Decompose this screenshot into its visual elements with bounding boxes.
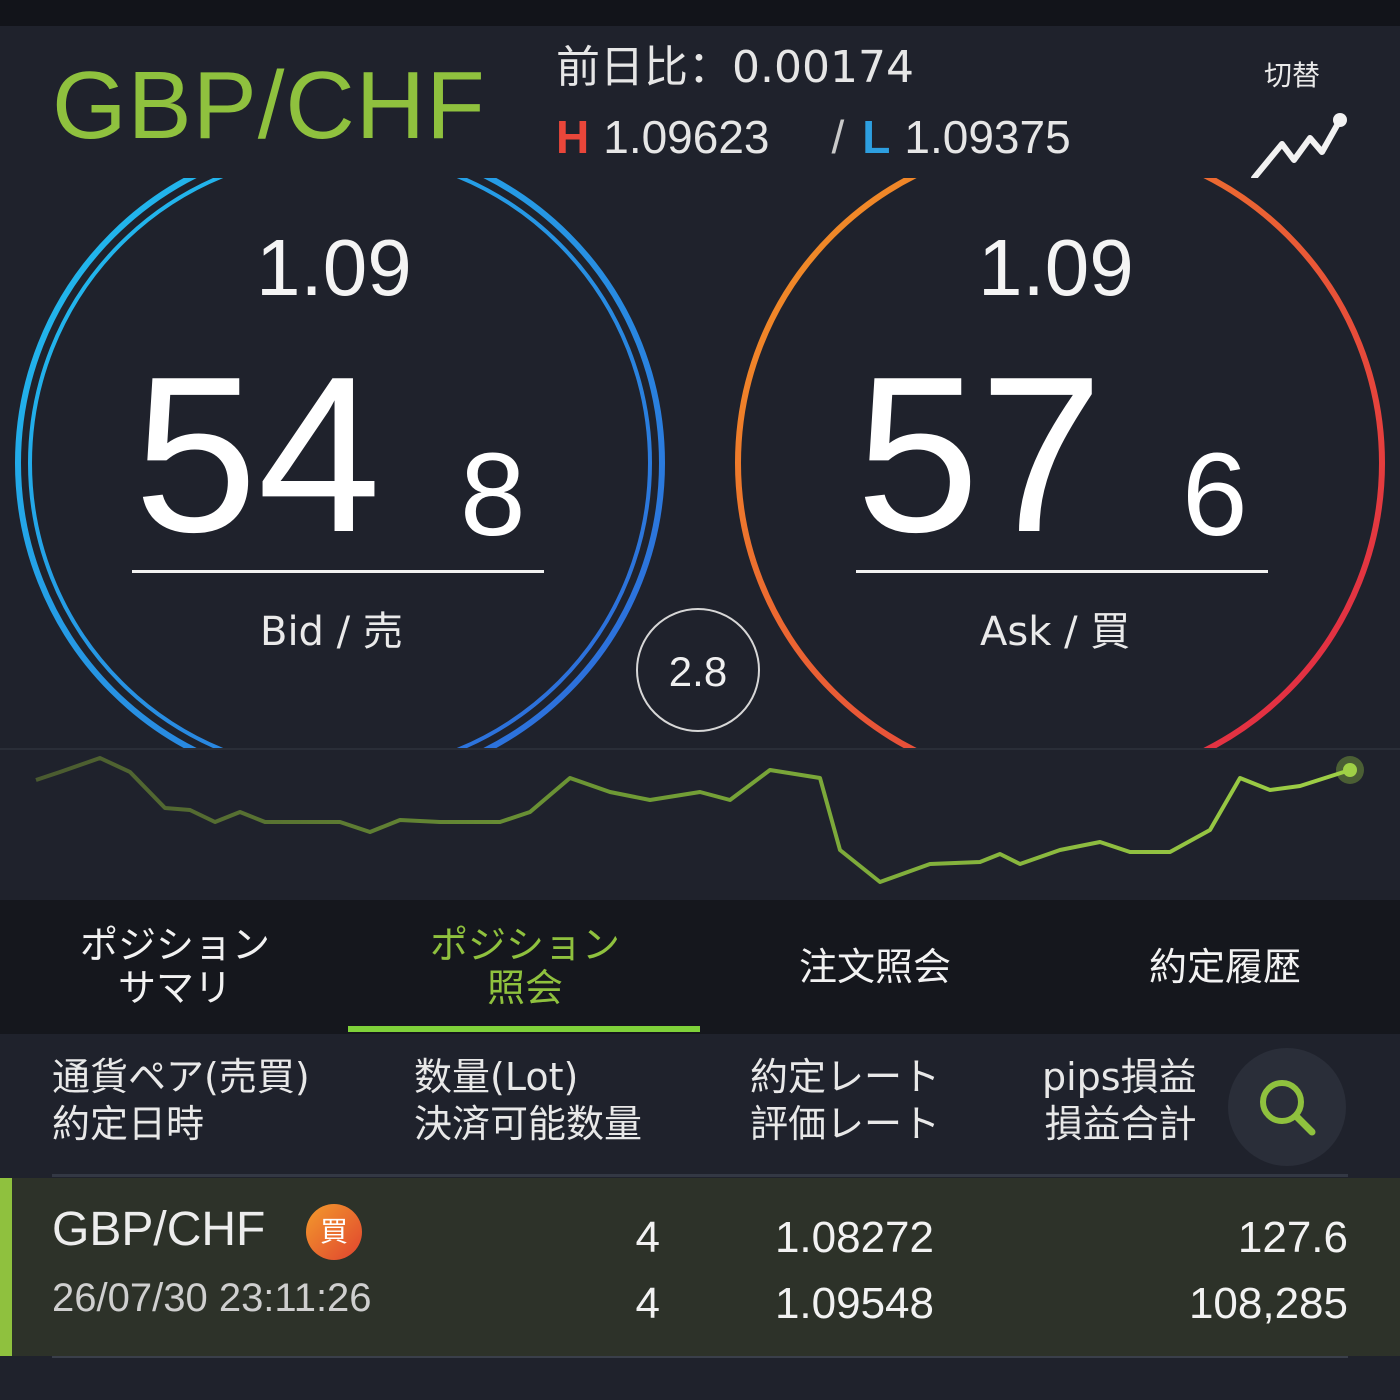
chart-line-icon <box>1251 113 1347 181</box>
daily-change-label: 前日比： <box>556 42 732 93</box>
low-label: L <box>862 111 891 163</box>
table-row[interactable]: GBP/CHF 買 26/07/30 23:11:26 4 4 1.08272 … <box>0 1178 1400 1356</box>
status-strip <box>0 0 1400 26</box>
row-exec-rate: 1.08272 <box>774 1213 934 1262</box>
tab-label: 約定履歴 <box>1148 944 1301 989</box>
table-header: 通貨ペア(売買) 約定日時 数量(Lot) 決済可能数量 約定レート 評価レート… <box>0 1034 1400 1174</box>
column-header-line1: 通貨ペア(売買) <box>52 1055 310 1099</box>
high-label: H <box>556 111 590 163</box>
tab-label-line2: サマリ <box>117 966 232 1010</box>
row-quantity: 4 <box>635 1213 660 1262</box>
row-eval-rate: 1.09548 <box>774 1279 934 1328</box>
row-accent-bar <box>0 1178 12 1356</box>
sparkline-path <box>35 756 1351 884</box>
sparkline-current-dot <box>1343 763 1357 777</box>
bid-price-small: 8 <box>460 429 526 561</box>
bid-price-prefix: 1.09 <box>256 223 412 312</box>
high-low-separator: / <box>831 111 845 163</box>
column-header-line2: 約定日時 <box>52 1101 205 1146</box>
tab-bar: ポジション サマリ ポジション 照会 注文照会 約定履歴 <box>0 900 1400 1034</box>
search-icon <box>1260 1080 1316 1136</box>
bid-label: Bid / 売 <box>260 609 403 655</box>
row-pips-pnl: 127.6 <box>1237 1213 1348 1262</box>
tab-position-inquiry[interactable]: ポジション 照会 <box>350 900 700 1034</box>
header-divider <box>52 1174 1348 1177</box>
switch-button[interactable]: 切替 <box>1244 54 1356 184</box>
tab-order-inquiry[interactable]: 注文照会 <box>700 900 1050 1034</box>
active-tab-indicator <box>348 1026 700 1032</box>
column-header-line2: 損益合計 <box>1044 1101 1197 1146</box>
quote-panel: 1.09 54 8 Bid / 売 2.8 1.09 57 6 Ask / 買 <box>0 178 1400 748</box>
ask-divider <box>856 570 1268 573</box>
high-low: H 1.09623 / L 1.09375 <box>556 114 1071 160</box>
row-datetime: 26/07/30 23:11:26 <box>52 1276 372 1320</box>
bid-divider <box>132 570 544 573</box>
bid-price-big: 54 <box>134 331 381 579</box>
low-value: 1.09375 <box>904 111 1071 163</box>
row-total-pnl: 108,285 <box>1188 1279 1348 1328</box>
tab-label-line1: ポジション <box>79 923 270 968</box>
column-header-line1: 約定レート <box>750 1055 941 1099</box>
ask-price-small: 6 <box>1182 429 1248 561</box>
ask-price-prefix: 1.09 <box>978 223 1134 312</box>
search-button[interactable] <box>1228 1048 1346 1166</box>
daily-change-value: 0.00174 <box>732 42 914 93</box>
column-header-quantity: 数量(Lot) 決済可能数量 <box>414 1054 642 1147</box>
ask-label: Ask / 買 <box>980 609 1131 655</box>
rate-header: GBP/CHF 前日比：0.00174 H 1.09623 / L 1.09375 切替 <box>0 26 1400 181</box>
row-currency-pair: GBP/CHF <box>52 1203 266 1256</box>
column-header-line1: 数量(Lot) <box>414 1055 579 1099</box>
tab-position-summary[interactable]: ポジション サマリ <box>0 900 350 1034</box>
buy-badge: 買 <box>306 1204 362 1260</box>
column-header-pnl: pips損益 損益合計 <box>1042 1054 1197 1147</box>
column-header-line2: 決済可能数量 <box>414 1101 643 1146</box>
column-header-line1: pips損益 <box>1042 1055 1197 1099</box>
switch-label: 切替 <box>1264 59 1321 92</box>
column-header-pair: 通貨ペア(売買) 約定日時 <box>52 1054 310 1147</box>
price-sparkline <box>0 748 1400 902</box>
column-header-line2: 評価レート <box>750 1101 941 1146</box>
spread-indicator: 2.8 <box>636 608 760 732</box>
ask-price-big: 57 <box>856 331 1103 579</box>
tab-label-line1: ポジション <box>429 923 620 968</box>
tab-label-line2: 照会 <box>486 966 563 1010</box>
high-value: 1.09623 <box>603 111 770 163</box>
sparkline-svg <box>35 756 1364 884</box>
tab-execution-history[interactable]: 約定履歴 <box>1050 900 1400 1034</box>
currency-pair-title: GBP/CHF <box>52 52 486 159</box>
footer-space <box>0 1358 1400 1400</box>
column-header-rate: 約定レート 評価レート <box>750 1054 940 1147</box>
row-settleable-quantity: 4 <box>635 1279 660 1328</box>
tab-label: 注文照会 <box>798 944 951 989</box>
daily-change: 前日比：0.00174 <box>556 46 914 90</box>
